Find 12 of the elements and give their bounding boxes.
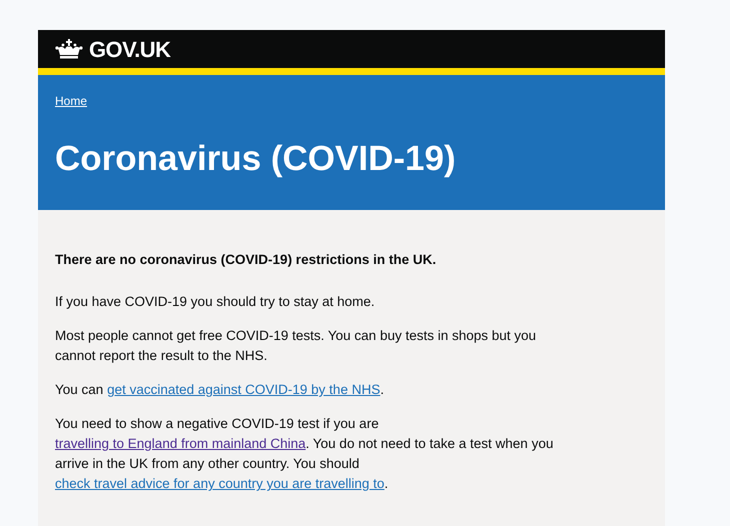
paragraph: You can get vaccinated against COVID-19 by the NHS. (55, 381, 385, 399)
breadcrumb-link[interactable]: Home (55, 94, 88, 108)
paragraph: You need to show a negative COVID-19 test if you are travelling to England from mainland China. You do not need to take a test when you arrive in the UK from any other country. You should check travel advice for any country you are travelling to. (55, 415, 554, 493)
text-link[interactable]: travelling to England from mainland China (55, 436, 306, 451)
logo-text[interactable]: GOV.UK (89, 32, 170, 66)
paragraph: Most people cannot get free COVID-19 tests. You can buy tests in shops but you cannot report the result to the NHS. (55, 327, 538, 365)
lead-text: There are no coronavirus (COVID-19) restrictions in the UK. (55, 251, 438, 269)
crown-icon (55, 39, 83, 59)
text-link[interactable]: check travel advice for any country you are travelling to (55, 476, 384, 491)
paragraph: If you have COVID-19 you should try to stay at home. (55, 293, 376, 311)
page-title: Coronavirus (COVID-19) (55, 138, 457, 180)
text-link[interactable]: get vaccinated against COVID-19 by the NHS (107, 382, 380, 397)
